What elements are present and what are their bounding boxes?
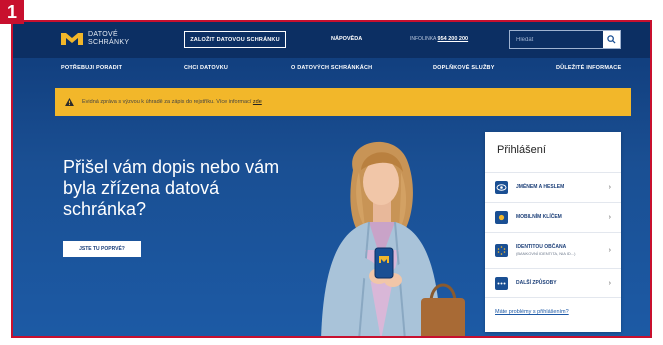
nav-item-extra-services[interactable]: DOPLŇKOVÉ SLUŽBY [433, 65, 495, 71]
login-option-other[interactable]: DALŠÍ ZPŮSOBY › [485, 268, 621, 298]
hero-title: Přišel vám dopis nebo vám byla zřízena d… [63, 157, 280, 219]
top-header: DATOVÉ SCHRÁNKY ZALOŽIT DATOVOU SCHRÁNKU… [13, 22, 650, 58]
figure-number-badge: 1 [0, 0, 24, 24]
search-button[interactable] [603, 31, 620, 48]
logo-text-line2: SCHRÁNKY [88, 39, 130, 46]
logo-mark-icon [61, 33, 83, 45]
search-icon [607, 35, 616, 44]
login-panel: Přihlášení JMÉNEM A HESLEM › MOBILNÍM KL… [485, 132, 621, 332]
chevron-right-icon: › [608, 247, 611, 254]
woman-with-phone-image [321, 141, 465, 336]
nav-item-important-info[interactable]: DŮLEŽITÉ INFORMACE [556, 65, 621, 71]
login-option-password[interactable]: JMÉNEM A HESLEM › [485, 172, 621, 202]
login-title: Přihlášení [497, 144, 546, 156]
chevron-right-icon: › [608, 184, 611, 191]
login-option-mobile-key[interactable]: MOBILNÍM KLÍČEM › [485, 202, 621, 232]
login-option-subtitle: (BANKOVNÍ IDENTITA, NIA ID...) [516, 250, 576, 256]
login-problems-link[interactable]: Máte problémy s přihlášením? [495, 309, 569, 315]
more-icon [495, 276, 508, 290]
search-input[interactable] [510, 31, 603, 48]
infoline: INFOLINKA 954 200 200 [410, 36, 468, 42]
chevron-right-icon: › [608, 214, 611, 221]
first-time-button[interactable]: JSTE TU POPRVÉ? [63, 241, 141, 257]
alert-more-link[interactable]: zde [253, 99, 262, 105]
nav-item-want-mailbox[interactable]: CHCI DATOVKU [184, 65, 228, 71]
login-option-citizen-identity[interactable]: IDENTITOU OBČANA (BANKOVNÍ IDENTITA, NIA… [485, 232, 621, 268]
logo-text: DATOVÉ SCHRÁNKY [88, 31, 129, 47]
logo-text-line1: DATOVÉ [88, 31, 118, 38]
login-option-title: IDENTITOU OBČANA [516, 244, 567, 250]
infoline-number[interactable]: 954 200 200 [438, 36, 469, 42]
nav-item-about-mailboxes[interactable]: O DATOVÝCH SCHRÁNKÁCH [291, 65, 372, 71]
nav-item-need-advice[interactable]: POTŘEBUJI PORADIT [61, 65, 122, 71]
login-option-label: IDENTITOU OBČANA (BANKOVNÍ IDENTITA, NIA… [516, 244, 606, 257]
alert-message: Evidná zpráva s výzvou k úhradě za zápis… [82, 99, 252, 105]
eye-icon [495, 181, 508, 194]
chevron-right-icon: › [608, 280, 611, 287]
key-icon [495, 211, 508, 224]
search-box [509, 30, 621, 49]
warning-alert: Evidná zpráva s výzvou k úhradě za zápis… [55, 88, 631, 116]
login-option-label: JMÉNEM A HESLEM [516, 184, 565, 191]
establish-mailbox-button[interactable]: ZALOŽIT DATOVOU SCHRÁNKU [184, 31, 286, 48]
alert-text: Evidná zpráva s výzvou k úhradě za zápis… [82, 99, 262, 105]
site-logo[interactable]: DATOVÉ SCHRÁNKY [61, 31, 129, 47]
screenshot-frame: DATOVÉ SCHRÁNKY ZALOŽIT DATOVOU SCHRÁNKU… [11, 20, 652, 338]
login-option-label: MOBILNÍM KLÍČEM [516, 214, 562, 221]
eu-flag-icon [495, 244, 508, 257]
warning-icon [65, 98, 74, 106]
help-link[interactable]: NÁPOVĚDA [331, 36, 362, 42]
login-option-label: DALŠÍ ZPŮSOBY [516, 279, 557, 286]
infoline-label: INFOLINKA [410, 36, 437, 42]
main-nav: POTŘEBUJI PORADIT CHCI DATOVKU O DATOVÝC… [13, 58, 650, 80]
